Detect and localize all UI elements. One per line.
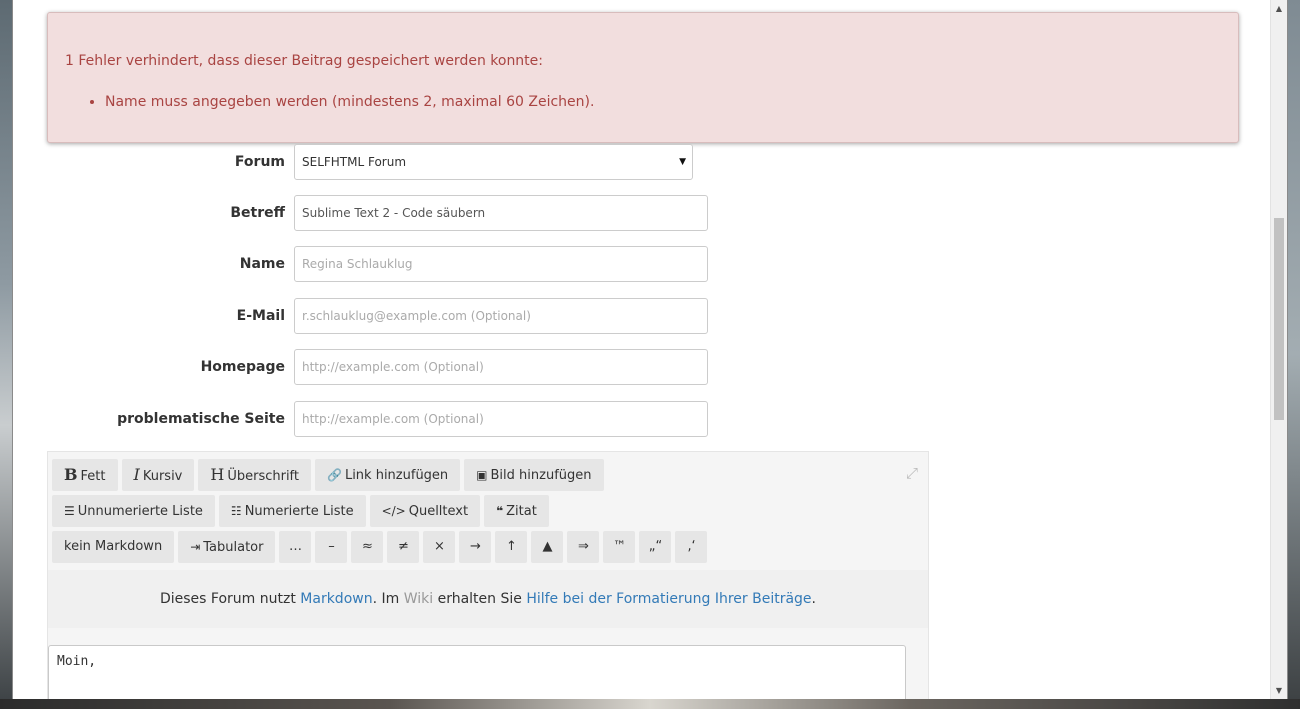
forum-select[interactable]: SELFHTML Forum ▼ <box>294 144 693 180</box>
quote-button[interactable]: ❝ Zitat <box>484 495 549 527</box>
double-quotes-symbol-button[interactable]: „“ <box>639 531 672 563</box>
ordered-list-button[interactable]: ☷ Numerierte Liste <box>218 495 366 527</box>
betreff-row: Betreff Sublime Text 2 - Code säubern <box>13 195 713 231</box>
problem-page-label: problematische Seite <box>117 411 285 427</box>
formatting-help-link[interactable]: Hilfe bei der Formatierung Ihrer Beiträg… <box>526 591 811 607</box>
ellipsis-symbol-button[interactable]: … <box>279 531 312 563</box>
desktop-background-right <box>1288 0 1300 709</box>
bold-icon: B <box>64 465 78 484</box>
name-input[interactable]: Regina Schlauklug <box>294 246 708 282</box>
vertical-scrollbar[interactable]: ▲ ▼ <box>1270 0 1287 699</box>
indent-icon: ⇥ <box>190 540 201 554</box>
markdown-editor: B Fett I Kursiv H Überschrift 🔗 Link hinzufügen… <box>47 451 929 699</box>
forum-label: Forum <box>234 154 285 170</box>
wiki-link[interactable]: Wiki <box>404 591 433 607</box>
alert-error-item: Name muss angegeben werden (mindestens 2… <box>105 94 594 110</box>
times-symbol-button[interactable]: × <box>423 531 456 563</box>
add-image-button[interactable]: ▣ Bild hinzufügen <box>464 459 604 491</box>
email-input[interactable]: r.schlauklug@example.com (Optional) <box>294 298 708 334</box>
forum-select-value: SELFHTML Forum <box>302 155 407 169</box>
trademark-symbol-button[interactable]: ™ <box>603 531 636 563</box>
italic-button[interactable]: I Kursiv <box>121 459 195 491</box>
double-arrow-symbol-button[interactable]: ⇒ <box>567 531 600 563</box>
code-button[interactable]: </> Quelltext <box>369 495 481 527</box>
link-icon: 🔗 <box>327 468 342 482</box>
browser-window: 1 Fehler verhindert, dass dieser Beitrag… <box>12 0 1288 699</box>
scroll-down-arrow-icon[interactable]: ▼ <box>1271 682 1287 699</box>
desktop-background-bottom <box>0 699 1300 709</box>
not-equal-symbol-button[interactable]: ≠ <box>387 531 420 563</box>
single-quotes-symbol-button[interactable]: ‚‘ <box>675 531 708 563</box>
markdown-link[interactable]: Markdown <box>300 591 372 607</box>
homepage-row: Homepage http://example.com (Optional) <box>13 349 713 385</box>
scroll-up-arrow-icon[interactable]: ▲ <box>1271 0 1287 17</box>
en-dash-symbol-button[interactable]: – <box>315 531 348 563</box>
fullscreen-expand-icon[interactable]: ⤢ <box>906 464 918 482</box>
code-icon: </> <box>381 504 406 518</box>
toolbar-row-2: ☰ Unnumerierte Liste ☷ Numerierte Liste </> Q… <box>52 495 553 527</box>
email-label: E-Mail <box>236 308 285 324</box>
right-arrow-symbol-button[interactable]: → <box>459 531 492 563</box>
dropdown-arrow-icon: ▼ <box>679 157 686 167</box>
triangle-symbol-button[interactable]: ▲ <box>531 531 564 563</box>
problem-page-row: problematische Seite http://example.com … <box>13 401 713 437</box>
approx-symbol-button[interactable]: ≈ <box>351 531 384 563</box>
add-link-button[interactable]: 🔗 Link hinzufügen <box>315 459 461 491</box>
unordered-list-button[interactable]: ☰ Unnumerierte Liste <box>52 495 215 527</box>
italic-icon: I <box>133 465 140 484</box>
problem-page-input[interactable]: http://example.com (Optional) <box>294 401 708 437</box>
homepage-input[interactable]: http://example.com (Optional) <box>294 349 708 385</box>
list-icon: ☰ <box>64 504 75 518</box>
alert-title: 1 Fehler verhindert, dass dieser Beitrag… <box>65 53 544 69</box>
desktop-background-left <box>0 0 12 709</box>
ordered-list-icon: ☷ <box>230 504 242 518</box>
heading-button[interactable]: H Überschrift <box>198 459 311 491</box>
up-arrow-symbol-button[interactable]: ↑ <box>495 531 528 563</box>
error-alert: 1 Fehler verhindert, dass dieser Beitrag… <box>47 12 1239 143</box>
image-icon: ▣ <box>476 468 488 482</box>
markdown-info: Dieses Forum nutzt Markdown. Im Wiki erh… <box>48 570 928 628</box>
post-body-textarea[interactable]: Moin, <box>48 645 906 699</box>
toolbar-row-3: kein Markdown ⇥ Tabulator… – ≈ ≠ × → ↑ ▲ ⇒ ™ „“ ‚‘ <box>52 531 711 563</box>
toolbar-row-1: B Fett I Kursiv H Überschrift 🔗 Link hinzufügen… <box>52 459 608 491</box>
no-markdown-button[interactable]: kein Markdown <box>52 531 175 563</box>
tab-button[interactable]: ⇥ Tabulator <box>178 531 276 563</box>
quote-icon: ❝ <box>496 504 504 518</box>
homepage-label: Homepage <box>200 359 285 375</box>
email-row: E-Mail r.schlauklug@example.com (Optiona… <box>13 298 713 334</box>
heading-icon: H <box>210 465 225 484</box>
name-row: Name Regina Schlauklug <box>13 246 713 282</box>
forum-row: Forum SELFHTML Forum ▼ <box>13 144 713 180</box>
alert-error-list: Name muss angegeben werden (mindestens 2… <box>65 94 594 110</box>
betreff-input[interactable]: Sublime Text 2 - Code säubern <box>294 195 708 231</box>
bold-button[interactable]: B Fett <box>52 459 118 491</box>
name-label: Name <box>239 256 285 272</box>
scrollbar-thumb[interactable] <box>1274 218 1284 420</box>
betreff-label: Betreff <box>230 205 285 221</box>
